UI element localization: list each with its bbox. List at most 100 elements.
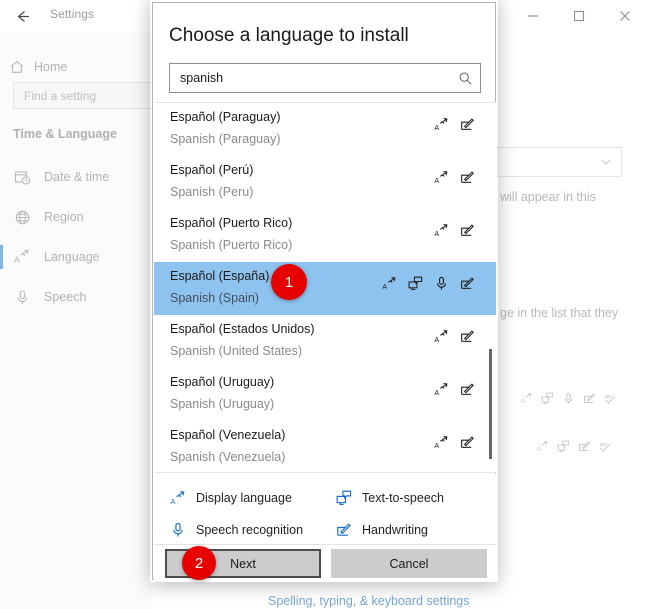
sidebar-item-language[interactable]: A Language <box>0 237 152 277</box>
microphone-icon <box>0 289 44 306</box>
display-language-icon: A <box>0 248 44 266</box>
microphone-icon <box>432 276 450 291</box>
background-dropdown[interactable] <box>497 147 622 177</box>
display-language-icon: A <box>432 170 450 185</box>
language-search-box[interactable] <box>169 63 481 93</box>
svg-text:A: A <box>434 230 439 238</box>
display-language-icon: A <box>432 435 450 450</box>
background-icon-row-1: A abc <box>520 392 617 405</box>
handwriting-icon <box>458 435 476 450</box>
sidebar-item-label: Language <box>44 250 100 264</box>
svg-text:A: A <box>434 389 439 397</box>
text-to-speech-icon <box>557 440 570 453</box>
handwriting-icon <box>458 329 476 344</box>
language-feature-icons: A <box>432 170 476 185</box>
spelling-typing-keyboard-settings-link[interactable]: Spelling, typing, & keyboard settings <box>268 594 470 608</box>
language-feature-icons: A <box>380 276 476 291</box>
sidebar-nav-list: Date & time Region A Language Speech <box>0 157 152 317</box>
text-to-speech-icon <box>406 276 424 291</box>
back-arrow-icon[interactable] <box>8 2 36 30</box>
svg-text:A: A <box>170 497 176 506</box>
sidebar-item-region[interactable]: Region <box>0 197 152 237</box>
legend-label: Display language <box>196 491 292 505</box>
annotation-badge-1: 1 <box>271 264 307 300</box>
svg-text:A: A <box>521 398 526 405</box>
window-title: Settings <box>50 7 95 21</box>
handwriting-icon <box>578 440 591 453</box>
sidebar-item-label: Region <box>44 210 84 224</box>
sidebar-home-label: Home <box>34 60 68 74</box>
selection-indicator <box>0 245 3 269</box>
language-list-item[interactable]: Español (Estados Unidos) Spanish (United… <box>154 315 496 368</box>
legend-text-to-speech: Text-to-speech <box>336 490 496 506</box>
handwriting-icon <box>458 223 476 238</box>
language-list-item[interactable]: Español (Venezuela) Spanish (Venezuela) … <box>154 421 496 472</box>
handwriting-icon <box>458 382 476 397</box>
annotation-badge-2: 2 <box>182 546 216 580</box>
svg-text:A: A <box>434 442 439 450</box>
legend-display-language: A Display language <box>170 490 336 506</box>
chevron-down-icon <box>599 155 613 169</box>
sidebar-item-home[interactable]: Home <box>0 52 152 82</box>
language-list-item[interactable]: Español (Paraguay) Spanish (Paraguay) A <box>154 103 496 156</box>
svg-text:A: A <box>434 124 439 132</box>
svg-text:A: A <box>14 255 20 265</box>
legend-label: Speech recognition <box>196 523 304 537</box>
calendar-clock-icon <box>0 169 44 186</box>
window-controls <box>510 0 648 31</box>
svg-text:A: A <box>382 283 387 291</box>
maximize-icon[interactable] <box>556 0 602 31</box>
minimize-icon[interactable] <box>510 0 556 31</box>
svg-text:A: A <box>434 336 439 344</box>
find-a-setting-input[interactable]: Find a setting <box>13 82 165 109</box>
handwriting-icon <box>583 392 596 405</box>
screen: Settings Home Find a setting Time & Lang… <box>0 0 648 609</box>
handwriting-icon <box>336 522 362 538</box>
language-english-name: Spanish (Paraguay) <box>170 132 281 146</box>
display-language-icon: A <box>432 382 450 397</box>
language-english-name: Spanish (United States) <box>170 344 303 358</box>
display-language-icon: A <box>432 223 450 238</box>
language-list-item-selected[interactable]: Español (España) Spanish (Spain) A <box>154 262 496 315</box>
display-language-icon: A <box>536 440 549 453</box>
cancel-button[interactable]: Cancel <box>331 549 487 578</box>
legend-label: Handwriting <box>362 523 429 537</box>
language-list-scrollbar[interactable] <box>485 103 496 472</box>
find-a-setting-placeholder: Find a setting <box>24 88 97 103</box>
text-to-speech-icon <box>336 490 362 506</box>
legend-speech-recognition: Speech recognition <box>170 522 336 538</box>
language-english-name: Spanish (Peru) <box>170 185 254 199</box>
language-feature-icons: A <box>432 117 476 132</box>
language-english-name: Spanish (Uruguay) <box>170 397 275 411</box>
language-feature-icons: A <box>432 223 476 238</box>
language-list-item[interactable]: Español (Perú) Spanish (Peru) A <box>154 156 496 209</box>
display-language-icon: A <box>380 276 398 291</box>
language-english-name: Spanish (Venezuela) <box>170 450 286 464</box>
feature-legend: A Display language Text-to-speech Speech… <box>154 474 496 544</box>
search-icon <box>450 71 480 86</box>
language-feature-icons: A <box>432 382 476 397</box>
language-list-item[interactable]: Español (Puerto Rico) Spanish (Puerto Ri… <box>154 209 496 262</box>
svg-text:A: A <box>434 177 439 185</box>
choose-language-dialog: Choose a language to install Español (Pa… <box>152 2 496 580</box>
close-icon[interactable] <box>602 0 648 31</box>
language-english-name: Spanish (Puerto Rico) <box>170 238 293 252</box>
legend-label: Text-to-speech <box>362 491 444 505</box>
spellcheck-icon: abc <box>604 392 617 405</box>
sidebar-item-label: Speech <box>44 290 87 304</box>
legend-handwriting: Handwriting <box>336 522 496 538</box>
scrollbar-thumb[interactable] <box>489 349 492 459</box>
svg-text:A: A <box>537 446 542 453</box>
sidebar-item-speech[interactable]: Speech <box>0 277 152 317</box>
language-search-input[interactable] <box>170 70 450 86</box>
language-english-name: Spanish (Spain) <box>170 291 259 305</box>
sidebar-item-label: Date & time <box>44 170 110 184</box>
dialog-title: Choose a language to install <box>169 25 409 46</box>
handwriting-icon <box>458 170 476 185</box>
display-language-icon: A <box>432 117 450 132</box>
language-list[interactable]: Español (Paraguay) Spanish (Paraguay) A … <box>154 102 496 473</box>
language-list-item[interactable]: Español (Uruguay) Spanish (Uruguay) A <box>154 368 496 421</box>
microphone-icon <box>170 522 196 538</box>
sidebar-item-date-time[interactable]: Date & time <box>0 157 152 197</box>
sidebar: Home Find a setting Time & Language Date… <box>0 32 165 609</box>
